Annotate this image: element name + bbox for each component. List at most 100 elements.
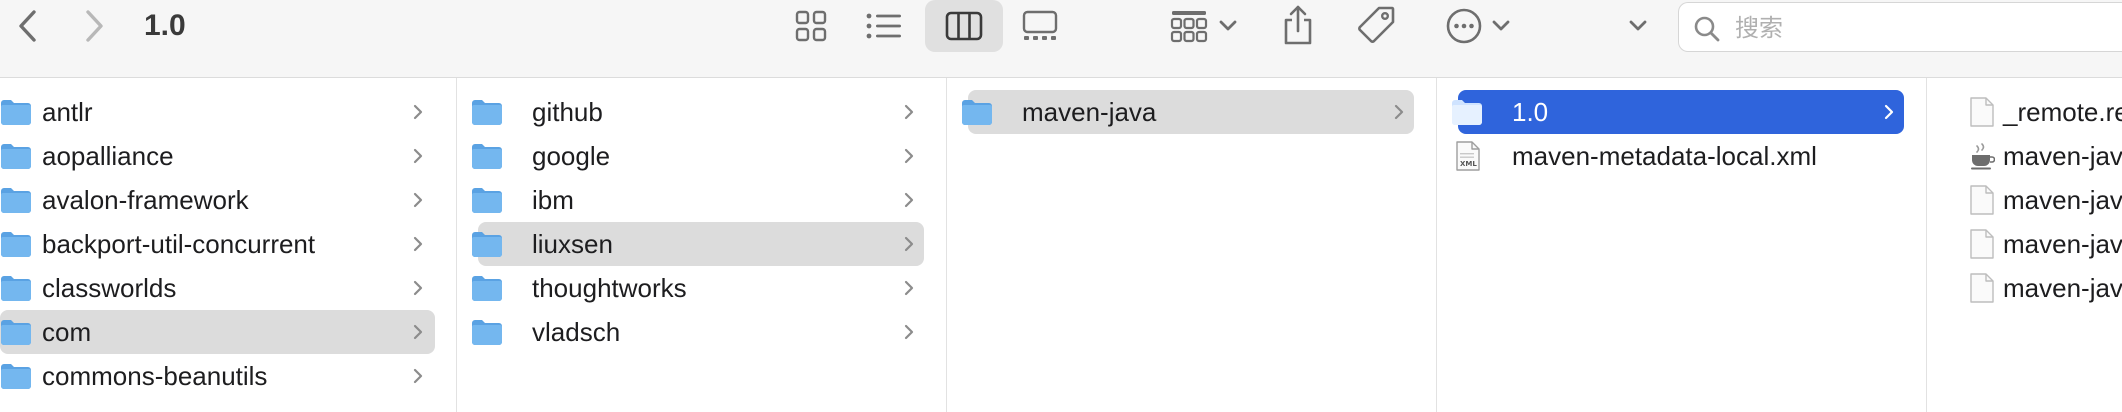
icon-view-button[interactable] bbox=[790, 4, 832, 48]
search-field[interactable] bbox=[1678, 2, 2122, 52]
column-2-item-liuxsen-3[interactable]: liuxsen bbox=[472, 222, 924, 266]
browser-column-1: antlr aopalliance avalon-framework backport… bbox=[0, 78, 457, 412]
chevron-right-icon bbox=[412, 367, 424, 385]
column-1-item-backport-util-concurrent-3[interactable]: backport-util-concurrent bbox=[0, 222, 435, 266]
item-label: _remote.re bbox=[2003, 97, 2122, 127]
chevron-right-icon bbox=[412, 147, 424, 165]
forward-button[interactable] bbox=[72, 4, 116, 48]
item-label: 1.0 bbox=[1512, 97, 1549, 127]
item-label: classworlds bbox=[42, 273, 177, 303]
column-1-item-classworlds-4[interactable]: classworlds bbox=[0, 266, 435, 310]
folder-icon bbox=[0, 230, 32, 258]
item-label: google bbox=[532, 141, 611, 171]
folder-icon bbox=[0, 142, 32, 170]
share-button[interactable] bbox=[1275, 2, 1321, 48]
chevron-right-icon bbox=[412, 323, 424, 341]
column-1-item-com-5[interactable]: com bbox=[0, 310, 435, 354]
tag-button[interactable] bbox=[1353, 2, 1399, 48]
chevron-down-icon bbox=[1492, 20, 1510, 31]
back-button[interactable] bbox=[6, 4, 50, 48]
java-file-icon bbox=[1969, 140, 1996, 172]
folder-icon bbox=[0, 98, 32, 126]
document-icon bbox=[1969, 228, 1995, 260]
chevron-right-icon bbox=[86, 10, 103, 42]
tag-icon bbox=[1358, 6, 1395, 43]
column-5-item-remote-re-0[interactable]: _remote.re bbox=[1927, 90, 2122, 134]
column-2-item-vladsch-5[interactable]: vladsch bbox=[472, 310, 924, 354]
column-1-item-antlr-0[interactable]: antlr bbox=[0, 90, 435, 134]
browser-column-4: 1.0 XML maven-metadata-local.xml bbox=[1437, 78, 1927, 412]
action-menu-button[interactable] bbox=[1440, 4, 1516, 48]
grid-icon bbox=[795, 10, 827, 42]
chevron-down-icon bbox=[1629, 20, 1647, 31]
item-label: vladsch bbox=[532, 317, 621, 347]
item-label: maven-jav bbox=[2003, 273, 2122, 303]
column-2-item-thoughtworks-4[interactable]: thoughtworks bbox=[472, 266, 924, 310]
folder-icon bbox=[471, 142, 503, 170]
column-3-item-maven-java-0[interactable]: maven-java bbox=[962, 90, 1414, 134]
search-input[interactable] bbox=[1733, 11, 2107, 45]
chevron-right-icon bbox=[412, 235, 424, 253]
column-5-item-maven-jav-1[interactable]: maven-jav bbox=[1927, 134, 2122, 178]
column-1-item-aopalliance-1[interactable]: aopalliance bbox=[0, 134, 435, 178]
window-title: 1.0 bbox=[144, 9, 186, 42]
search-icon bbox=[1694, 16, 1720, 42]
folder-icon bbox=[0, 362, 32, 390]
column-5-item-maven-jav-4[interactable]: maven-jav bbox=[1927, 266, 2122, 310]
column-4-item-maven-metadata-local-xml-1[interactable]: XML maven-metadata-local.xml bbox=[1456, 134, 1904, 178]
column-5-item-maven-jav-2[interactable]: maven-jav bbox=[1927, 178, 2122, 222]
folder-icon bbox=[0, 186, 32, 214]
item-label: ibm bbox=[532, 185, 574, 215]
document-icon bbox=[1969, 272, 1995, 304]
column-2-item-github-0[interactable]: github bbox=[472, 90, 924, 134]
browser-column-3: maven-java bbox=[947, 78, 1437, 412]
column-1-item-avalon-framework-2[interactable]: avalon-framework bbox=[0, 178, 435, 222]
group-grid-icon bbox=[1170, 11, 1208, 43]
chevron-right-icon bbox=[412, 279, 424, 297]
file-type-badge: XML bbox=[1460, 160, 1477, 168]
item-label: maven-jav bbox=[2003, 141, 2122, 171]
group-by-button[interactable] bbox=[1164, 4, 1244, 48]
chevron-right-icon bbox=[903, 147, 915, 165]
list-view-button[interactable] bbox=[862, 4, 906, 48]
columns-icon bbox=[945, 11, 983, 41]
item-label: maven-jav bbox=[2003, 229, 2122, 259]
column-1-item-commons-beanutils-6[interactable]: commons-beanutils bbox=[0, 354, 435, 398]
column-2-item-ibm-2[interactable]: ibm bbox=[472, 178, 924, 222]
list-icon bbox=[866, 13, 901, 39]
chevron-right-icon bbox=[903, 191, 915, 209]
column-view-button[interactable] bbox=[925, 0, 1003, 52]
folder-icon bbox=[471, 186, 503, 214]
column-4-item-1-0-0[interactable]: 1.0 bbox=[1452, 90, 1904, 134]
ellipsis-circle-icon bbox=[1446, 8, 1482, 44]
document-icon bbox=[1969, 184, 1995, 216]
item-label: com bbox=[42, 317, 92, 347]
chevron-right-icon bbox=[903, 279, 915, 297]
share-icon bbox=[1284, 5, 1312, 45]
item-label: aopalliance bbox=[42, 141, 174, 171]
gallery-view-button[interactable] bbox=[1018, 4, 1062, 48]
item-label: commons-beanutils bbox=[42, 361, 268, 391]
item-label: thoughtworks bbox=[532, 273, 687, 303]
folder-icon bbox=[0, 318, 32, 346]
folder-icon bbox=[1451, 98, 1483, 126]
chevron-right-icon bbox=[1883, 103, 1895, 121]
gallery-icon bbox=[1022, 10, 1058, 40]
chevron-right-icon bbox=[903, 323, 915, 341]
finder-toolbar: 1.0 bbox=[0, 0, 2122, 78]
toolbar-overflow-button[interactable] bbox=[1620, 4, 1656, 48]
folder-icon bbox=[961, 98, 993, 126]
browser-column-5: _remote.re maven-jav maven-jav maven-jav mav… bbox=[1927, 78, 2122, 412]
document-icon bbox=[1969, 96, 1995, 128]
item-label: maven-java bbox=[1022, 97, 1157, 127]
chevron-right-icon bbox=[903, 235, 915, 253]
chevron-right-icon bbox=[412, 191, 424, 209]
folder-icon bbox=[471, 318, 503, 346]
chevron-left-icon bbox=[19, 10, 36, 42]
chevron-right-icon bbox=[903, 103, 915, 121]
column-2-item-google-1[interactable]: google bbox=[472, 134, 924, 178]
column-5-item-maven-jav-3[interactable]: maven-jav bbox=[1927, 222, 2122, 266]
item-label: liuxsen bbox=[532, 229, 613, 259]
folder-icon bbox=[471, 274, 503, 302]
chevron-right-icon bbox=[412, 103, 424, 121]
